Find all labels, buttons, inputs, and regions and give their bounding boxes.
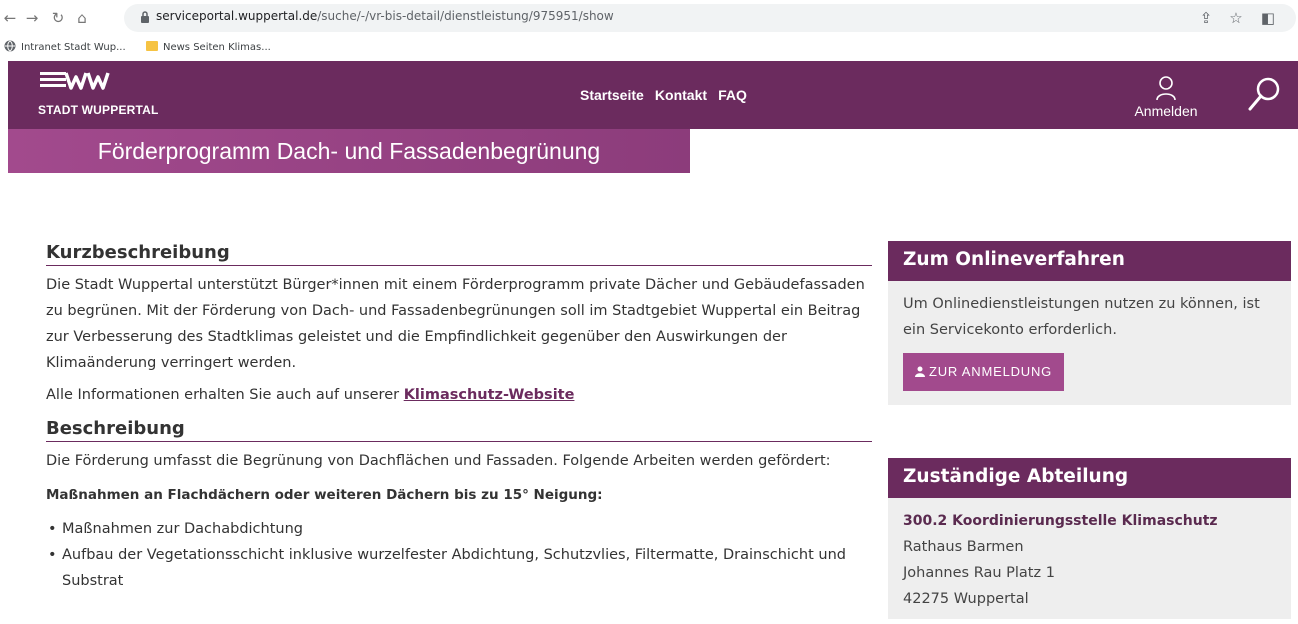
onlineverfahren-box: Zum Onlineverfahren Um Onlinedienstleist… [888, 241, 1291, 405]
logo-text: STADT WUPPERTAL [38, 103, 159, 117]
list-item: Maßnahmen zur Dachabdichtung [48, 516, 872, 542]
info-prefix: Alle Informationen erhalten Sie auch auf… [46, 387, 404, 403]
beschreibung-text: Die Förderung umfasst die Begrünung von … [46, 453, 831, 469]
abteilung-heading: Zuständige Abteilung [888, 458, 1291, 498]
page-title: Förderprogramm Dach- und Fassadenbegrünu… [97, 138, 601, 164]
bookmark-intranet[interactable]: Intranet Stadt Wup... [4, 40, 126, 56]
site-header: STADT WUPPERTAL Startseite Kontakt FAQ A… [8, 61, 1298, 129]
url-host: serviceportal.wuppertal.de [156, 9, 318, 23]
wuppertal-logo[interactable] [38, 69, 128, 93]
user-icon [915, 366, 925, 377]
user-icon [1156, 76, 1176, 101]
abteilung-line3: 42275 Wuppertal [903, 591, 1029, 607]
zur-anmeldung-label: ZUR ANMELDUNG [929, 364, 1053, 379]
abteilung-name[interactable]: 300.2 Koordinierungsstelle Klimaschutz [903, 508, 1276, 534]
page-title-banner: Förderprogramm Dach- und Fassadenbegrünu… [8, 129, 690, 173]
abteilung-line2: Johannes Rau Platz 1 [903, 565, 1055, 581]
nav-faq[interactable]: FAQ [718, 87, 747, 103]
beschreibung-heading: Beschreibung [46, 418, 872, 442]
bookmark-news[interactable]: News Seiten Klimas... [146, 40, 271, 56]
login-label: Anmelden [1134, 103, 1198, 119]
back-icon[interactable]: ← [0, 7, 20, 29]
onlineverfahren-text: Um Onlinedienstleistungen nutzen zu könn… [903, 296, 1260, 338]
url-text[interactable]: serviceportal.wuppertal.de/suche/-/vr-bi… [156, 9, 614, 23]
bookmark-news-label: News Seiten Klimas... [163, 42, 271, 53]
folder-icon [146, 41, 158, 51]
home-icon[interactable]: ⌂ [72, 7, 92, 29]
klimaschutz-link[interactable]: Klimaschutz-Website [404, 387, 575, 403]
kurzbeschreibung-text: Die Stadt Wuppertal unterstützt Bürger*i… [46, 277, 865, 371]
abteilung-box: Zuständige Abteilung 300.2 Koordinierung… [888, 458, 1291, 619]
star-icon[interactable]: ☆ [1226, 7, 1246, 29]
massnahmen-heading: Maßnahmen an Flachdächern oder weiteren … [46, 487, 603, 503]
reload-icon[interactable]: ↻ [48, 7, 68, 29]
info-paragraph: Alle Informationen erhalten Sie auch auf… [46, 382, 872, 408]
abteilung-body: 300.2 Koordinierungsstelle Klimaschutz R… [888, 498, 1291, 624]
browser-chrome: ← → ↻ ⌂ serviceportal.wuppertal.de/suche… [0, 0, 1298, 61]
massnahmen-list: Maßnahmen zur Dachabdichtung Aufbau der … [46, 516, 872, 594]
globe-icon [4, 40, 16, 52]
main-content: Kurzbeschreibung Die Stadt Wuppertal unt… [46, 242, 872, 594]
lock-icon[interactable] [140, 10, 150, 24]
forward-icon[interactable]: → [22, 7, 42, 29]
list-item: Aufbau der Vegetationsschicht inklusive … [48, 542, 872, 594]
abteilung-line1: Rathaus Barmen [903, 539, 1024, 555]
sidepanel-icon[interactable]: ◧ [1258, 7, 1278, 29]
kurzbeschreibung-heading: Kurzbeschreibung [46, 242, 872, 266]
onlineverfahren-body: Um Onlinedienstleistungen nutzen zu könn… [888, 281, 1291, 403]
share-icon[interactable]: ⇪ [1196, 7, 1216, 29]
zur-anmeldung-button[interactable]: ZUR ANMELDUNG [903, 353, 1065, 391]
onlineverfahren-heading: Zum Onlineverfahren [888, 241, 1291, 281]
bookmarks-bar: Intranet Stadt Wup... News Seiten Klimas… [0, 36, 1298, 61]
login-button[interactable]: Anmelden [1130, 75, 1202, 119]
nav-kontakt[interactable]: Kontakt [655, 87, 707, 103]
nav-startseite[interactable]: Startseite [580, 87, 644, 103]
bookmark-intranet-label: Intranet Stadt Wup... [21, 42, 126, 53]
main-nav: Startseite Kontakt FAQ [580, 85, 753, 104]
url-path: /suche/-/vr-bis-detail/dienstleistung/97… [317, 9, 614, 23]
address-bar-row: ← → ↻ ⌂ serviceportal.wuppertal.de/suche… [0, 0, 1298, 36]
search-icon[interactable] [1246, 75, 1282, 115]
